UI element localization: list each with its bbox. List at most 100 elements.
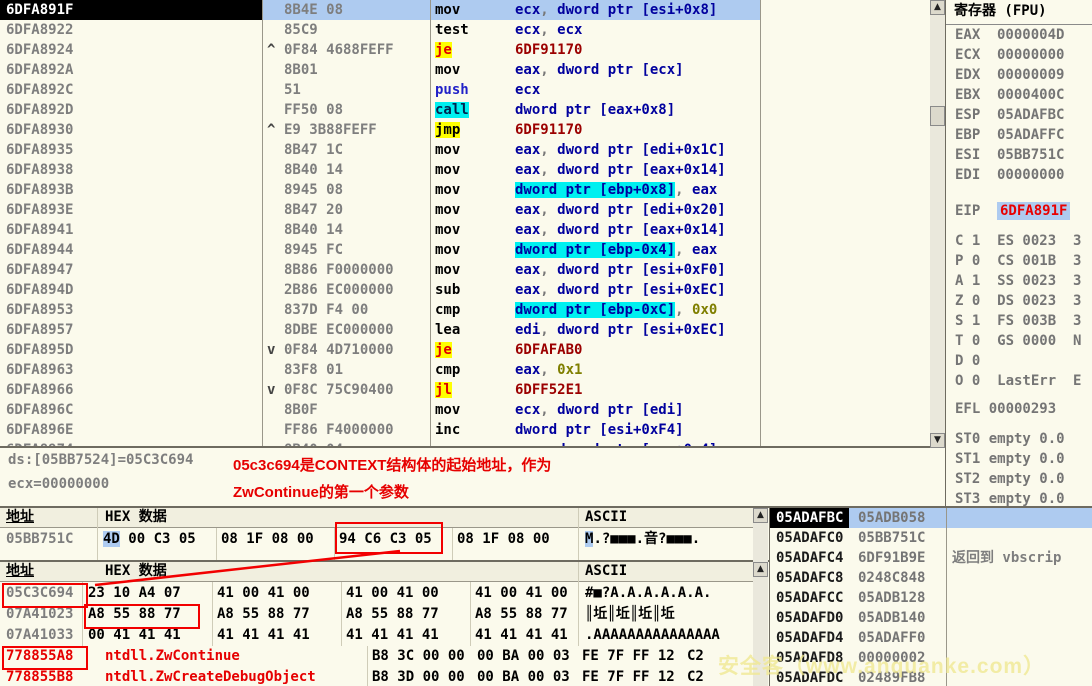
flag-row[interactable]: O 0 LastErr E bbox=[946, 371, 1092, 391]
disasm-bytes: 8B40 14 bbox=[262, 220, 430, 240]
dump2-row[interactable]: 778855B8ntdll.ZwCreateDebugObjectB8 3D 0… bbox=[0, 667, 753, 686]
disasm-row[interactable]: 6DFA8966v0F8C 75C90400jl6DFF52E1 bbox=[0, 380, 930, 400]
flag-row[interactable]: P 0 CS 001B 3 bbox=[946, 251, 1092, 271]
dump2-hex-group: C2 bbox=[687, 667, 704, 686]
fpu-register-row[interactable]: ST3 empty 0.0 bbox=[946, 489, 1092, 506]
disasm-row[interactable]: 6DFA8924^0F84 4688FEFFje6DF91170 bbox=[0, 40, 930, 60]
register-row[interactable]: ESP05ADAFBC bbox=[946, 105, 1092, 125]
mnemonic: mov bbox=[435, 262, 460, 278]
register-row[interactable]: EDI00000000 bbox=[946, 165, 1092, 185]
flag-row[interactable]: A 1 SS 0023 3 bbox=[946, 271, 1092, 291]
stack-address: 05ADAFC8 bbox=[776, 568, 843, 588]
register-row[interactable]: ESI05BB751C bbox=[946, 145, 1092, 165]
stack-row[interactable]: 05ADAFD405ADAFF0 bbox=[770, 628, 1092, 648]
dump2-hex-group: A8 55 88 77 bbox=[475, 604, 568, 625]
stack-row[interactable]: 05ADAFBC05ADB058 bbox=[770, 508, 1092, 528]
register-row[interactable]: EDX00000009 bbox=[946, 65, 1092, 85]
disasm-comment bbox=[760, 140, 930, 160]
disasm-bytes-text: 8B47 1C bbox=[284, 142, 343, 158]
disasm-scrollbar[interactable]: ▲ ▼ bbox=[930, 0, 945, 448]
stack-value: 05ADAFF0 bbox=[858, 628, 925, 648]
stack-row[interactable]: 05ADAFCC05ADB128 bbox=[770, 588, 1092, 608]
dump1-header-hex[interactable]: HEX 数据 bbox=[105, 508, 167, 528]
dump1-row[interactable]: 05BB751C 4D 00 C3 05 08 1F 08 00 94 C6 C… bbox=[0, 529, 753, 550]
disasm-row[interactable]: 6DFA89478B86 F0000000moveax, dword ptr [… bbox=[0, 260, 930, 280]
register-value: 05ADAFBC bbox=[997, 107, 1064, 123]
disasm-row[interactable]: 6DFA892A8B01moveax, dword ptr [ecx] bbox=[0, 60, 930, 80]
dump2-row[interactable]: 07A4103300 41 41 4141 41 41 4141 41 41 4… bbox=[0, 625, 753, 646]
column-divider[interactable] bbox=[430, 0, 431, 448]
operand: eax bbox=[515, 202, 540, 218]
disasm-row[interactable]: 6DFA896C8B0Fmovecx, dword ptr [edi] bbox=[0, 400, 930, 420]
disasm-row[interactable]: 6DFA8930^E9 3B88FEFFjmp6DF91170 bbox=[0, 120, 930, 140]
dump2-hex-group: A8 55 88 77 bbox=[217, 604, 310, 625]
disasm-row[interactable]: 6DFA89578DBE EC000000leaedi, dword ptr [… bbox=[0, 320, 930, 340]
stack-row[interactable]: 05ADAFD800000002 bbox=[770, 648, 1092, 668]
dump1-scrollbar[interactable]: ▲ bbox=[753, 508, 768, 562]
stack-address: 05ADAFDC bbox=[776, 668, 843, 686]
flag-row[interactable]: S 1 FS 003B 3 bbox=[946, 311, 1092, 331]
disasm-bytes-text: 837D F4 00 bbox=[284, 302, 368, 318]
disasm-row[interactable]: 6DFA892C51pushecx bbox=[0, 80, 930, 100]
disasm-row[interactable]: 6DFA8953837D F4 00cmpdword ptr [ebp-0xC]… bbox=[0, 300, 930, 320]
register-row[interactable]: EBP05ADAFFC bbox=[946, 125, 1092, 145]
column-divider[interactable] bbox=[262, 0, 263, 448]
disasm-row[interactable]: 6DFA896EFF86 F4000000incdword ptr [esi+0… bbox=[0, 420, 930, 440]
disasm-row[interactable]: 6DFA893E8B47 20moveax, dword ptr [edi+0x… bbox=[0, 200, 930, 220]
stack-row[interactable]: 05ADAFDC02489FB8 bbox=[770, 668, 1092, 686]
disasm-row[interactable]: 6DFA892DFF50 08calldword ptr [eax+0x8] bbox=[0, 100, 930, 120]
dump1-header-ascii[interactable]: ASCII bbox=[585, 508, 627, 528]
stack-row[interactable]: 05ADAFD005ADB140 bbox=[770, 608, 1092, 628]
register-row[interactable]: EAX0000004D bbox=[946, 25, 1092, 45]
mnemonic-cell: je bbox=[435, 340, 515, 360]
disasm-bytes-text: 8945 08 bbox=[284, 182, 343, 198]
dump2-row[interactable]: 05C3C69423 10 A4 0741 00 41 0041 00 41 0… bbox=[0, 583, 753, 604]
flag-row[interactable]: T 0 GS 0000 N bbox=[946, 331, 1092, 351]
disasm-row[interactable]: 6DFA896383F8 01cmpeax, 0x1 bbox=[0, 360, 930, 380]
scroll-up-icon[interactable]: ▲ bbox=[930, 0, 945, 15]
scroll-up-icon[interactable]: ▲ bbox=[753, 508, 768, 523]
column-divider[interactable] bbox=[760, 0, 761, 448]
disasm-row[interactable]: 6DFA89448945 FCmovdword ptr [ebp-0x4], e… bbox=[0, 240, 930, 260]
disasm-row[interactable]: 6DFA895Dv0F84 4D710000je6DFAFAB0 bbox=[0, 340, 930, 360]
stack-row[interactable]: 05ADAFC80248C848 bbox=[770, 568, 1092, 588]
mnemonic: inc bbox=[435, 422, 460, 438]
disasm-row[interactable]: 6DFA89388B40 14moveax, dword ptr [eax+0x… bbox=[0, 160, 930, 180]
info-line-ecx: ecx=00000000 bbox=[8, 476, 109, 492]
flag-row[interactable]: Z 0 DS 0023 3 bbox=[946, 291, 1092, 311]
operands: 6DFAFAB0 bbox=[515, 342, 582, 358]
flag-row[interactable]: C 1 ES 0023 3 bbox=[946, 231, 1092, 251]
register-row-eip[interactable]: EIP6DFA891F bbox=[946, 201, 1092, 221]
disasm-row[interactable]: 6DFA89358B47 1Cmoveax, dword ptr [edi+0x… bbox=[0, 140, 930, 160]
dump2-header-address[interactable]: 地址 bbox=[6, 562, 34, 582]
dump2-header-hex[interactable]: HEX 数据 bbox=[105, 562, 167, 582]
disasm-instruction: subeax, dword ptr [esi+0xEC] bbox=[430, 280, 760, 300]
dump2-header-ascii[interactable]: ASCII bbox=[585, 562, 627, 582]
dump2-row[interactable]: 778855A8ntdll.ZwContinueB8 3C 00 0000 BA… bbox=[0, 646, 753, 667]
disasm-row[interactable]: 6DFA89418B40 14moveax, dword ptr [eax+0x… bbox=[0, 220, 930, 240]
disasm-row[interactable]: 6DFA893B8945 08movdword ptr [ebp+0x8], e… bbox=[0, 180, 930, 200]
register-row[interactable]: EBX0000400C bbox=[946, 85, 1092, 105]
disasm-instruction: jl6DFF52E1 bbox=[430, 380, 760, 400]
disasm-bytes: 8945 08 bbox=[262, 180, 430, 200]
dump2-address: 05C3C694 bbox=[6, 583, 73, 604]
fpu-register-row[interactable]: ST2 empty 0.0 bbox=[946, 469, 1092, 489]
stack-row[interactable]: 05ADAFC005BB751C bbox=[770, 528, 1092, 548]
fpu-register-row[interactable]: ST1 empty 0.0 bbox=[946, 449, 1092, 469]
scroll-up-icon[interactable]: ▲ bbox=[753, 562, 768, 577]
flag-row[interactable]: D 0 bbox=[946, 351, 1092, 371]
dump2-scrollbar[interactable]: ▲ bbox=[753, 562, 768, 686]
scrollbar-thumb[interactable] bbox=[930, 106, 945, 126]
dump2-row[interactable]: 07A41023A8 55 88 77A8 55 88 77A8 55 88 7… bbox=[0, 604, 753, 625]
register-row[interactable]: ECX00000000 bbox=[946, 45, 1092, 65]
scroll-down-icon[interactable]: ▼ bbox=[930, 433, 945, 448]
register-name: EDI bbox=[955, 165, 997, 185]
disasm-row[interactable]: 6DFA894D2B86 EC000000subeax, dword ptr [… bbox=[0, 280, 930, 300]
dump1-header-address[interactable]: 地址 bbox=[6, 508, 34, 528]
disasm-row[interactable]: 6DFA891F8B4E 08movecx, dword ptr [esi+0x… bbox=[0, 0, 930, 20]
eflags-row[interactable]: EFL 00000293 bbox=[946, 399, 1092, 419]
disasm-row[interactable]: 6DFA892285C9testecx, ecx bbox=[0, 20, 930, 40]
fpu-register-row[interactable]: ST0 empty 0.0 bbox=[946, 429, 1092, 449]
stack-row[interactable]: 05ADAFC46DF91B9E返回到 vbscrip bbox=[770, 548, 1092, 568]
disassembly-rows: 6DFA891F8B4E 08movecx, dword ptr [esi+0x… bbox=[0, 0, 930, 448]
